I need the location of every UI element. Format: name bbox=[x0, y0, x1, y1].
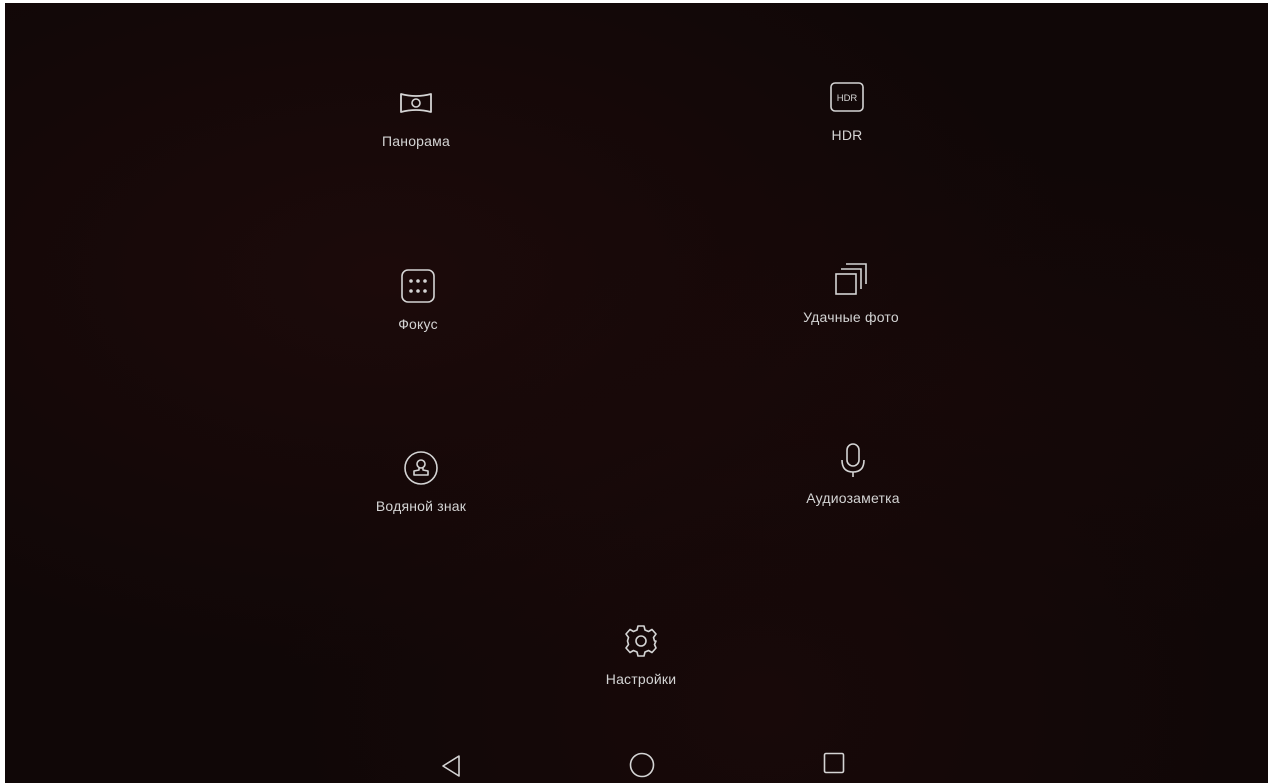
home-circle-icon bbox=[628, 751, 656, 779]
mode-hdr[interactable]: HDR HDR bbox=[757, 77, 937, 143]
mode-focus[interactable]: Фокус bbox=[328, 266, 508, 332]
mode-label-panorama: Панорама bbox=[382, 133, 450, 149]
camera-modes-screen: Панорама HDR HDR Фокус Удачные фото Водя… bbox=[5, 3, 1268, 783]
mode-label-good-photos: Удачные фото bbox=[803, 309, 899, 325]
hdr-icon-text: HDR bbox=[837, 93, 858, 104]
mode-label-hdr: HDR bbox=[831, 127, 863, 143]
focus-icon bbox=[398, 266, 438, 306]
watermark-icon bbox=[401, 448, 441, 488]
mode-label-audio-note: Аудиозаметка bbox=[806, 490, 900, 506]
microphone-icon bbox=[833, 440, 873, 480]
panorama-icon bbox=[396, 83, 436, 123]
mode-label-watermark: Водяной знак bbox=[375, 498, 467, 514]
back-button[interactable] bbox=[435, 750, 467, 782]
home-button[interactable] bbox=[626, 749, 658, 781]
mode-good-photos[interactable]: Удачные фото bbox=[761, 259, 941, 325]
stacked-photos-icon bbox=[831, 259, 871, 299]
mode-audio-note[interactable]: Аудиозаметка bbox=[763, 440, 943, 506]
hdr-icon: HDR bbox=[827, 77, 867, 117]
back-triangle-icon bbox=[439, 753, 463, 779]
recents-square-icon bbox=[822, 751, 846, 775]
mode-settings[interactable]: Настройки bbox=[551, 621, 731, 687]
mode-label-settings: Настройки bbox=[605, 671, 677, 687]
mode-label-focus: Фокус bbox=[398, 316, 438, 332]
mode-panorama[interactable]: Панорама bbox=[326, 83, 506, 149]
mode-watermark[interactable]: Водяной знак bbox=[331, 448, 511, 514]
gear-icon bbox=[621, 621, 661, 661]
recents-button[interactable] bbox=[818, 747, 850, 779]
